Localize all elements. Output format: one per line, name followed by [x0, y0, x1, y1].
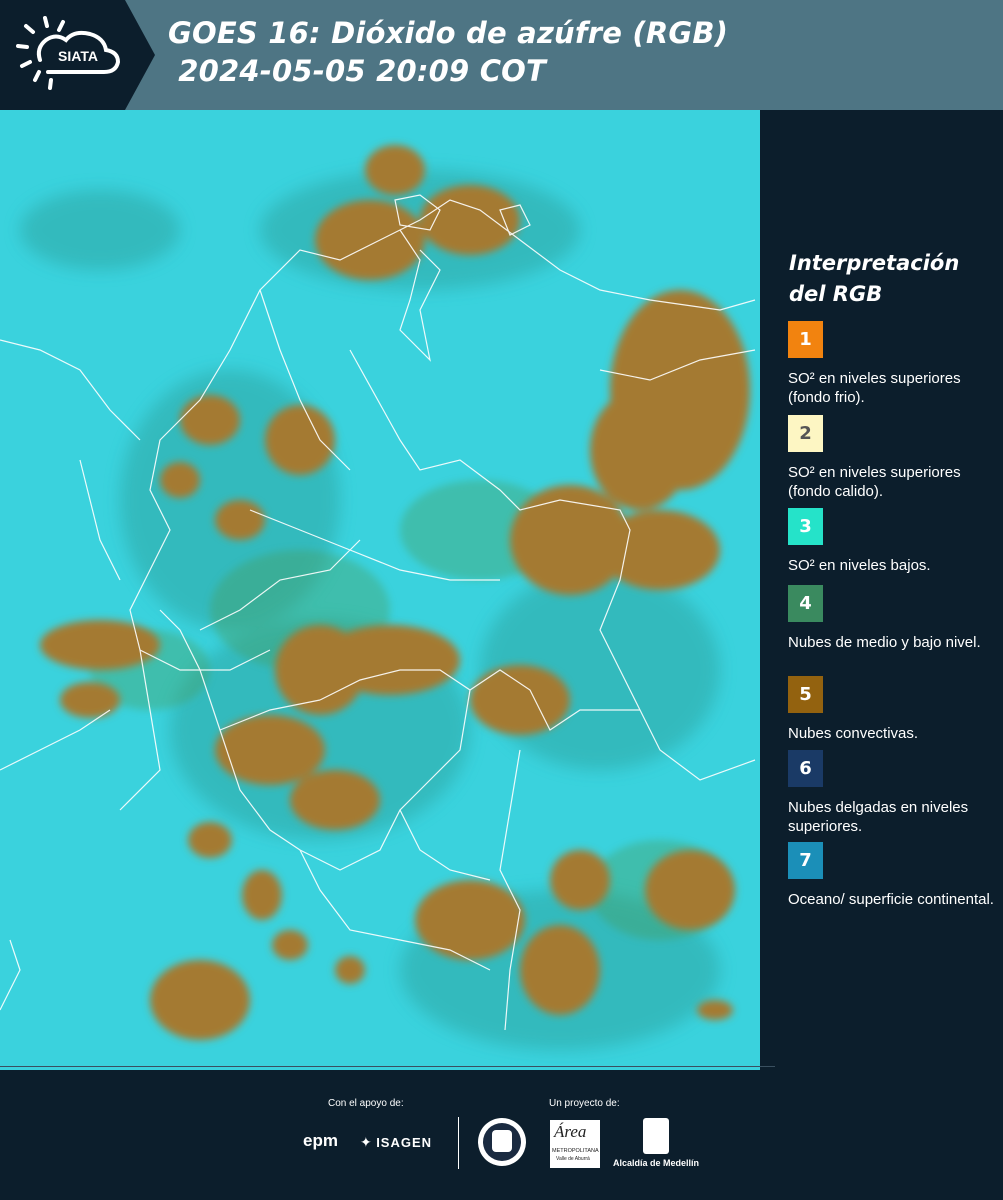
legend-label-1: SO² en niveles superiores (fondo frio). — [788, 370, 961, 406]
header: SIATA GOES 16: Dióxido de azúfre (RGB) 2… — [0, 0, 1003, 110]
legend-title: Interpretación del RGB — [789, 248, 959, 310]
legend-label-2: SO² en niveles superiores (fondo calido)… — [788, 464, 961, 500]
area-logo-text: Área — [554, 1122, 587, 1141]
legend-label-3: SO² en niveles bajos. — [788, 557, 931, 574]
title-line-2: 2024-05-05 20:09 COT — [168, 54, 547, 88]
legend-item-4: 4 Nubes de medio y bajo nivel. — [788, 585, 998, 652]
alcaldia-shield-icon — [643, 1118, 669, 1154]
legend-label-5: Nubes convectivas. — [788, 725, 919, 742]
legend-swatch-4: 4 — [788, 585, 823, 622]
legend-item-7: 7 Oceano/ superficie continental. — [788, 842, 998, 909]
footer: Con el apoyo de: Un proyecto de: epm ✦ I… — [0, 1066, 1003, 1200]
area-logo-subtext: METROPOLITANA — [552, 1148, 599, 1154]
seal-icon — [478, 1118, 526, 1166]
legend-label-4: Nubes de medio y bajo nivel. — [788, 634, 981, 651]
legend-label-6: Nubes delgadas en niveles superiores. — [788, 799, 969, 835]
isagen-logo: ✦ ISAGEN — [360, 1134, 432, 1152]
legend-item-2: 2 SO² en niveles superiores (fondo calid… — [788, 415, 998, 501]
legend-panel: Interpretación del RGB 1 SO² en niveles … — [775, 110, 1003, 1070]
support-label: Con el apoyo de: — [328, 1098, 404, 1109]
legend-item-3: 3 SO² en niveles bajos. — [788, 508, 998, 575]
legend-swatch-6: 6 — [788, 750, 823, 787]
footer-separator — [458, 1117, 459, 1169]
legend-swatch-1: 1 — [788, 321, 823, 358]
svg-text:SIATA: SIATA — [58, 48, 98, 64]
legend-swatch-3: 3 — [788, 508, 823, 545]
legend-swatch-5: 5 — [788, 676, 823, 713]
legend-item-6: 6 Nubes delgadas en niveles superiores. — [788, 750, 998, 836]
satellite-map — [0, 110, 760, 1070]
footer-divider — [0, 1066, 775, 1067]
title-line-1: GOES 16: Dióxido de azúfre (RGB) — [168, 16, 729, 50]
isagen-text: ISAGEN — [376, 1135, 433, 1150]
area-logo-subtext-2: Valle de Aburrá — [556, 1156, 590, 1162]
isagen-icon: ✦ — [360, 1134, 372, 1150]
epm-logo: epm — [303, 1131, 338, 1150]
legend-swatch-7: 7 — [788, 842, 823, 879]
alcaldia-label: Alcaldía de Medellín — [613, 1158, 700, 1168]
page-title: GOES 16: Dióxido de azúfre (RGB) 2024-05… — [168, 14, 728, 90]
legend-label-7: Oceano/ superficie continental. — [788, 891, 994, 908]
area-metropolitana-logo: Área METROPOLITANA Valle de Aburrá — [550, 1120, 600, 1168]
map-image — [0, 110, 760, 1070]
legend-title-line-1: Interpretación — [789, 251, 960, 275]
project-label: Un proyecto de: — [549, 1098, 620, 1109]
legend-title-line-2: del RGB — [789, 282, 883, 306]
siata-logo: SIATA — [0, 0, 155, 110]
legend-item-1: 1 SO² en niveles superiores (fondo frio)… — [788, 321, 998, 407]
legend-swatch-2: 2 — [788, 415, 823, 452]
legend-item-5: 5 Nubes convectivas. — [788, 676, 998, 743]
